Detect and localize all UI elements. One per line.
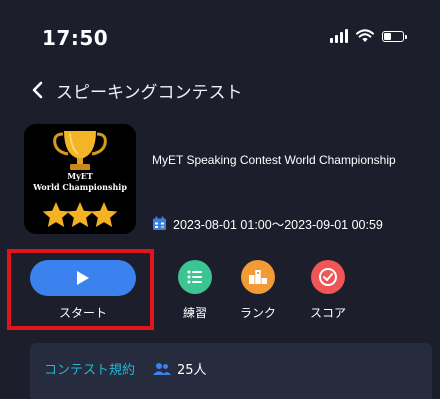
contest-period-text: 2023-08-01 01:00～2023-09-01 00:59 xyxy=(173,218,383,232)
battery-icon xyxy=(382,30,407,42)
logo-text-brand: MyET xyxy=(67,171,93,181)
score-circle[interactable] xyxy=(311,260,345,294)
ranking-circle[interactable] xyxy=(241,260,275,294)
rules-panel: コンテスト規約 25人 xyxy=(30,343,432,399)
status-time: 17:50 xyxy=(42,26,109,50)
contest-logo: MyET World Championship xyxy=(24,124,136,234)
ranking-label: ランク xyxy=(239,306,276,320)
back-button[interactable] xyxy=(26,78,50,102)
nav-bar: スピーキングコンテスト xyxy=(0,70,440,110)
star-icon xyxy=(42,202,70,227)
ranking-button[interactable]: ランク xyxy=(228,252,288,332)
wifi-icon xyxy=(356,29,374,42)
podium-icon xyxy=(249,270,267,284)
contest-card: MyET World Championship MyET Speaking Co… xyxy=(0,120,440,240)
score-button[interactable]: スコア xyxy=(298,252,358,332)
trophy-icon xyxy=(53,131,107,170)
list-icon xyxy=(187,270,202,284)
participants-text: 25人 xyxy=(177,363,207,378)
calendar-icon xyxy=(153,216,166,230)
check-circle-icon xyxy=(319,268,337,286)
page-title: スピーキングコンテスト xyxy=(56,83,243,103)
star-icon xyxy=(90,202,118,227)
participants-count: 25人 xyxy=(153,359,207,378)
logo-text-event: World Championship xyxy=(33,182,127,192)
practice-label: 練習 xyxy=(182,306,207,320)
users-icon xyxy=(153,362,171,375)
stars-row xyxy=(42,202,118,227)
status-icons xyxy=(330,29,407,43)
practice-button[interactable]: 練習 xyxy=(170,252,220,332)
status-bar: 17:50 xyxy=(0,0,440,70)
chevron-left-icon xyxy=(32,81,43,99)
signal-icon xyxy=(330,29,348,43)
score-label: スコア xyxy=(309,306,346,320)
star-icon xyxy=(66,202,94,227)
practice-circle[interactable] xyxy=(178,260,212,294)
rules-link[interactable]: コンテスト規約 xyxy=(44,359,135,378)
contest-period: 2023-08-01 01:00～2023-09-01 00:59 xyxy=(152,214,383,233)
highlight-frame xyxy=(7,249,154,330)
contest-name: MyET Speaking Contest World Championship xyxy=(152,153,396,167)
